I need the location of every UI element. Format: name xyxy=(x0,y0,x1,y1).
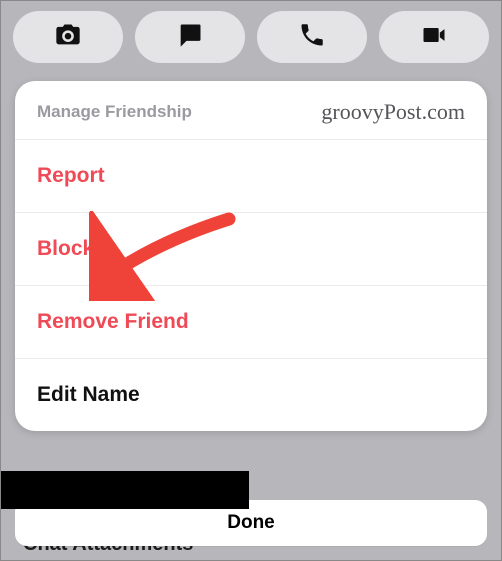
phone-icon xyxy=(298,21,326,54)
report-label: Report xyxy=(37,164,105,187)
sheet-title: Manage Friendship xyxy=(37,102,192,122)
camera-button[interactable] xyxy=(13,11,123,63)
chat-action-row xyxy=(1,11,501,63)
call-button[interactable] xyxy=(257,11,367,63)
block-label: Block xyxy=(37,237,94,260)
block-option[interactable]: Block xyxy=(15,212,487,285)
remove-friend-option[interactable]: Remove Friend xyxy=(15,285,487,358)
video-icon xyxy=(420,21,448,54)
remove-friend-label: Remove Friend xyxy=(37,310,189,333)
chat-icon xyxy=(176,21,204,54)
done-label: Done xyxy=(227,512,275,534)
chat-button[interactable] xyxy=(135,11,245,63)
edit-name-option[interactable]: Edit Name xyxy=(15,358,487,431)
watermark-text: groovyPost.com xyxy=(321,99,465,125)
camera-icon xyxy=(54,21,82,54)
video-call-button[interactable] xyxy=(379,11,489,63)
sheet-header: Manage Friendship groovyPost.com xyxy=(15,81,487,139)
manage-friendship-sheet: Manage Friendship groovyPost.com Report … xyxy=(15,81,487,431)
report-option[interactable]: Report xyxy=(15,139,487,212)
redaction-bar xyxy=(1,471,249,509)
edit-name-label: Edit Name xyxy=(37,383,140,406)
